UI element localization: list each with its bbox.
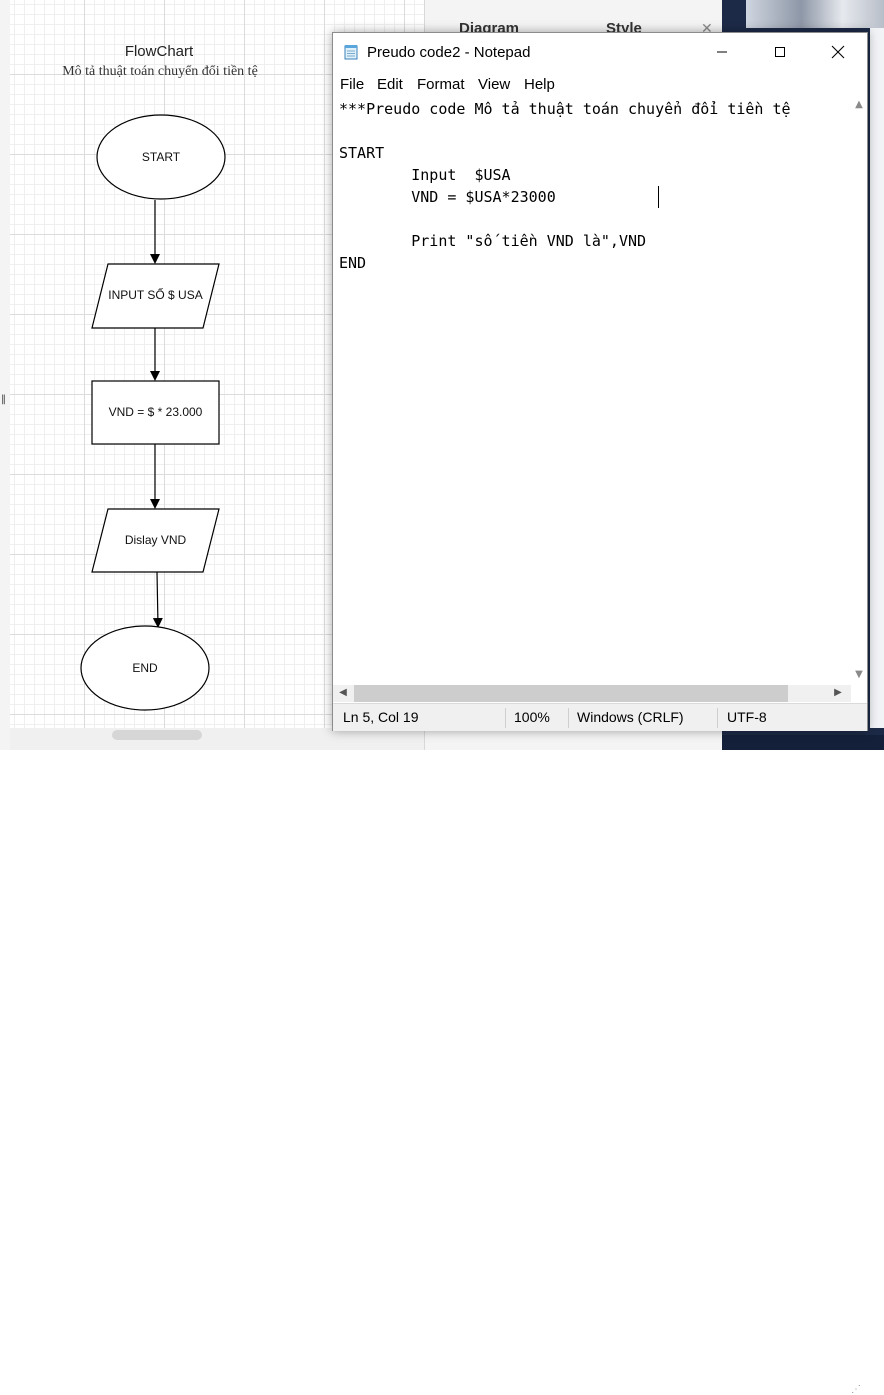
menu-view[interactable]: View xyxy=(478,76,510,93)
status-zoom: 100% xyxy=(514,709,550,725)
horizontal-scroll-thumb[interactable] xyxy=(354,685,788,702)
resize-grip-icon[interactable]: ⋰ xyxy=(851,1384,861,1395)
title-bar[interactable]: Preudo code2 - Notepad xyxy=(333,33,867,71)
code-line: Print "số tiền VND là",VND xyxy=(339,232,647,250)
text-editor[interactable]: ***Preudo code Mô tả thuật toán chuyển đ… xyxy=(333,95,851,685)
menu-file[interactable]: File xyxy=(340,76,364,93)
status-position: Ln 5, Col 19 xyxy=(343,709,419,725)
close-button[interactable] xyxy=(809,33,867,71)
background-photo xyxy=(746,0,884,28)
bottom-strip xyxy=(0,750,884,772)
canvas-scroll-thumb[interactable] xyxy=(112,730,202,740)
status-line-ending: Windows (CRLF) xyxy=(577,709,684,725)
close-icon xyxy=(831,45,845,59)
maximize-button[interactable] xyxy=(751,33,809,71)
arrow-display-end[interactable] xyxy=(152,571,163,628)
status-bar: Ln 5, Col 19 100% Windows (CRLF) UTF-8 ⋰ xyxy=(333,703,867,1395)
end-label: END xyxy=(132,661,158,675)
maximize-icon xyxy=(775,47,785,57)
menu-help[interactable]: Help xyxy=(524,76,555,93)
menu-format[interactable]: Format xyxy=(417,76,465,93)
code-line: START xyxy=(339,144,385,162)
notepad-window: Preudo code2 - Notepad File Edit Format … xyxy=(332,32,868,1395)
scroll-up-icon[interactable]: ▲ xyxy=(851,97,867,113)
menu-edit[interactable]: Edit xyxy=(377,76,403,93)
notepad-icon xyxy=(344,45,358,60)
vertical-scrollbar[interactable]: ▲ ▼ xyxy=(851,95,867,685)
status-divider xyxy=(717,708,718,728)
display-label: Dislay VND xyxy=(124,533,187,547)
code-line: ***Preudo code Mô tả thuật toán chuyển đ… xyxy=(339,100,791,118)
minimize-button[interactable] xyxy=(693,33,751,71)
status-divider xyxy=(505,708,506,728)
scroll-right-icon[interactable]: ▶ xyxy=(830,685,846,701)
background-paper xyxy=(870,28,884,728)
scroll-down-icon[interactable]: ▼ xyxy=(851,667,867,683)
status-encoding: UTF-8 xyxy=(727,709,767,725)
input-label: INPUT SỐ $ USA xyxy=(108,288,203,302)
status-divider xyxy=(568,708,569,728)
start-label: START xyxy=(141,150,181,164)
horizontal-scrollbar[interactable]: ◀ ▶ xyxy=(333,685,851,702)
text-caret xyxy=(658,186,659,208)
process-label: VND = $ * 23.000 xyxy=(108,405,203,419)
menu-bar: File Edit Format View Help xyxy=(333,71,867,95)
code-line: Input $USA xyxy=(339,166,511,184)
code-line: END xyxy=(339,254,367,272)
scroll-left-icon[interactable]: ◀ xyxy=(335,685,351,701)
window-title: Preudo code2 - Notepad xyxy=(367,44,531,61)
canvas-horizontal-scrollbar[interactable] xyxy=(10,728,424,750)
minimize-icon xyxy=(717,51,727,53)
code-line: VND = $USA*23000 xyxy=(339,188,556,206)
